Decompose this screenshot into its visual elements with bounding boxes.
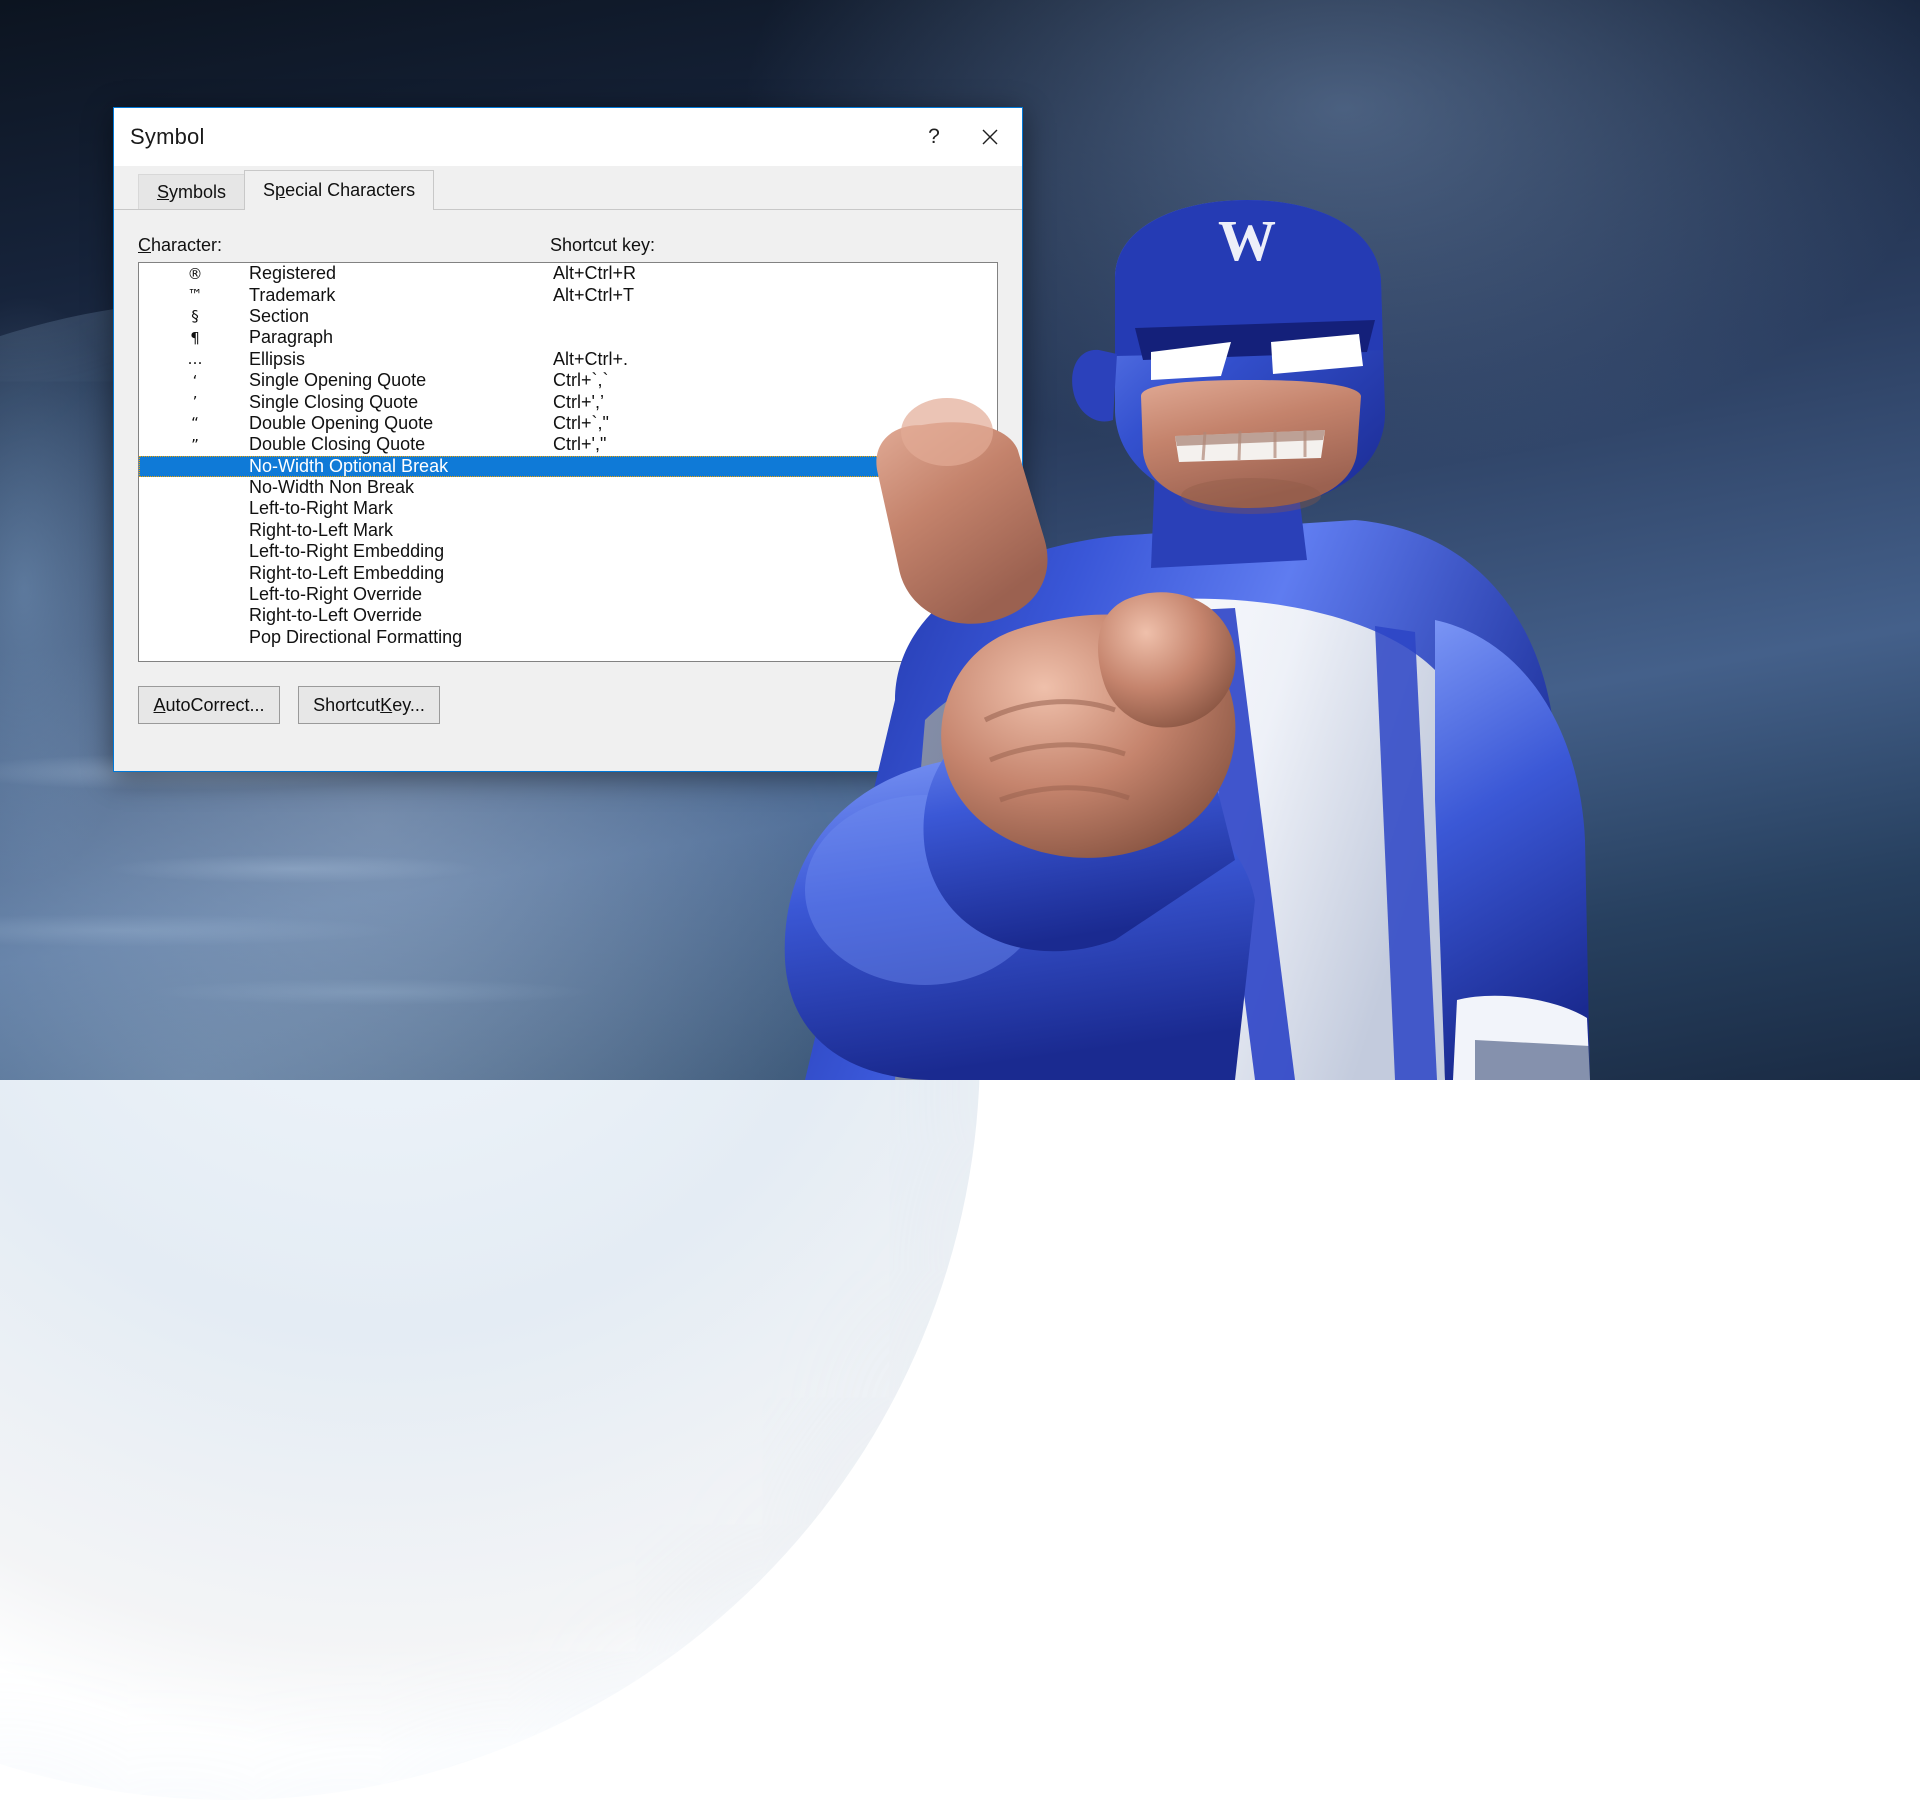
special-character-row[interactable]: ™TrademarkAlt+Ctrl+T: [139, 284, 997, 305]
row-character-name: Pop Directional Formatting: [249, 627, 553, 648]
help-icon[interactable]: ?: [906, 114, 962, 160]
row-symbol-glyph: “: [141, 414, 249, 432]
row-shortcut-key: Ctrl+`,`: [553, 370, 609, 391]
tab-symbols-label: ymbols: [169, 182, 226, 203]
special-character-row[interactable]: …EllipsisAlt+Ctrl+.: [139, 349, 997, 370]
row-character-name: Double Opening Quote: [249, 413, 553, 434]
row-character-name: Trademark: [249, 285, 553, 306]
special-character-row[interactable]: ‘Single Opening QuoteCtrl+`,`: [139, 370, 997, 391]
row-shortcut-key: Ctrl+',’: [553, 392, 604, 413]
tab-special-label: ecial Characters: [285, 180, 415, 201]
special-character-row[interactable]: “Double Opening QuoteCtrl+`,": [139, 413, 997, 434]
row-shortcut-key: Ctrl+',": [553, 434, 606, 455]
tab-strip: Symbols Special Characters: [114, 166, 1022, 210]
special-character-row[interactable]: ’Single Closing QuoteCtrl+',’: [139, 391, 997, 412]
special-character-row[interactable]: ®RegisteredAlt+Ctrl+R: [139, 263, 997, 284]
special-character-row[interactable]: ¶Paragraph: [139, 327, 997, 348]
special-character-row[interactable]: Left-to-Right Mark: [139, 498, 997, 519]
row-character-name: Paragraph: [249, 327, 553, 348]
special-character-row[interactable]: No-Width Non Break: [139, 477, 997, 498]
close-icon[interactable]: [962, 114, 1018, 160]
character-column-header: Character:: [138, 235, 550, 256]
special-character-row[interactable]: Pop Directional Formatting: [139, 627, 997, 648]
autocorrect-accel: A: [153, 695, 165, 716]
row-shortcut-key: Alt+Ctrl+R: [553, 263, 636, 284]
row-character-name: Single Opening Quote: [249, 370, 553, 391]
titlebar-buttons: ?: [906, 108, 1018, 166]
row-character-name: Double Closing Quote: [249, 434, 553, 455]
special-characters-listbox[interactable]: ®RegisteredAlt+Ctrl+R™TrademarkAlt+Ctrl+…: [138, 262, 998, 662]
list-column-headers: Character: Shortcut key:: [138, 226, 998, 256]
row-symbol-glyph: §: [141, 307, 249, 325]
dialog-button-row: AutoCorrect... Shortcut Key...: [138, 686, 998, 724]
row-character-name: Right-to-Left Override: [249, 605, 553, 626]
row-symbol-glyph: ®: [141, 265, 249, 283]
row-character-name: Left-to-Right Override: [249, 584, 553, 605]
row-symbol-glyph: …: [141, 350, 249, 368]
row-character-name: Left-to-Right Mark: [249, 498, 553, 519]
row-shortcut-key: Ctrl+`,": [553, 413, 609, 434]
special-character-row[interactable]: No-Width Optional Break: [139, 456, 997, 477]
special-character-row[interactable]: Left-to-Right Embedding: [139, 541, 997, 562]
tab-symbols-accel: S: [157, 182, 169, 203]
row-character-name: Registered: [249, 263, 553, 284]
row-symbol-glyph: ’: [141, 393, 249, 411]
dialog-titlebar: Symbol ?: [114, 108, 1022, 166]
special-character-row[interactable]: Right-to-Left Override: [139, 605, 997, 626]
tab-special-accel: p: [275, 180, 285, 201]
shortcut-key-accel: K: [380, 695, 392, 716]
row-character-name: No-Width Optional Break: [249, 456, 553, 477]
tab-special-characters[interactable]: Special Characters: [244, 170, 434, 210]
row-character-name: Right-to-Left Embedding: [249, 563, 553, 584]
special-character-row[interactable]: §Section: [139, 306, 997, 327]
row-symbol-glyph: ”: [141, 436, 249, 454]
row-character-name: Single Closing Quote: [249, 392, 553, 413]
special-character-row[interactable]: Right-to-Left Embedding: [139, 562, 997, 583]
row-character-name: Ellipsis: [249, 349, 553, 370]
row-character-name: Section: [249, 306, 553, 327]
special-character-row[interactable]: ”Double Closing QuoteCtrl+',": [139, 434, 997, 455]
row-symbol-glyph: ‘: [141, 372, 249, 390]
special-character-row[interactable]: Right-to-Left Mark: [139, 520, 997, 541]
tab-symbols[interactable]: Symbols: [138, 174, 245, 210]
row-character-name: Left-to-Right Embedding: [249, 541, 553, 562]
character-header-accel: C: [138, 235, 151, 255]
autocorrect-button[interactable]: AutoCorrect...: [138, 686, 280, 724]
row-character-name: No-Width Non Break: [249, 477, 553, 498]
row-symbol-glyph: ™: [141, 286, 249, 304]
row-symbol-glyph: ¶: [141, 329, 249, 347]
shortcut-column-header: Shortcut key:: [550, 235, 655, 256]
help-glyph: ?: [928, 125, 940, 149]
row-shortcut-key: Alt+Ctrl+T: [553, 285, 634, 306]
row-shortcut-key: Alt+Ctrl+.: [553, 349, 628, 370]
dialog-body: Character: Shortcut key: ®RegisteredAlt+…: [114, 209, 1022, 771]
symbol-dialog: Symbol ? Symbols Special Characters Char…: [113, 107, 1023, 772]
dialog-title: Symbol: [130, 124, 205, 150]
row-character-name: Right-to-Left Mark: [249, 520, 553, 541]
shortcut-key-button[interactable]: Shortcut Key...: [298, 686, 440, 724]
special-character-row[interactable]: Left-to-Right Override: [139, 584, 997, 605]
